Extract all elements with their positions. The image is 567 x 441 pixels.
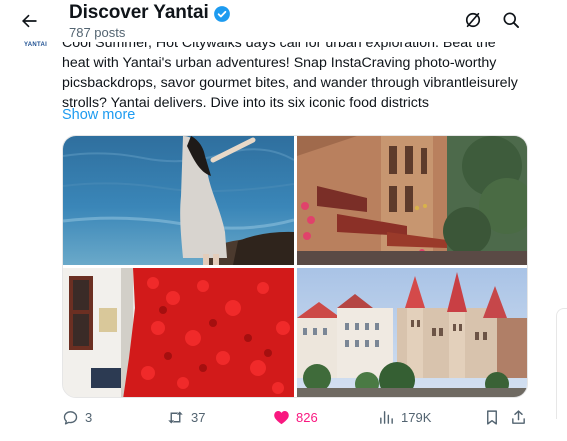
post-count: 787 posts	[69, 25, 126, 40]
verified-badge-icon	[213, 5, 231, 23]
reply-button[interactable]: 3	[62, 406, 92, 428]
views-button[interactable]: 179K	[378, 406, 431, 428]
bookmark-icon	[487, 409, 497, 425]
views-icon	[380, 410, 393, 424]
repost-icon	[168, 410, 183, 424]
logo-text: YANTAI	[24, 42, 48, 48]
tweet-line: heat with Yantai's urban adventures! Sna…	[62, 55, 497, 71]
show-more-link[interactable]: Show more	[62, 106, 135, 124]
tweet-text: Cool Summer, Hot Citywalks days call for…	[62, 33, 532, 113]
back-arrow-icon	[22, 14, 37, 28]
repost-count: 37	[191, 409, 206, 425]
reply-icon	[63, 410, 78, 425]
media-grid	[62, 135, 528, 398]
grok-icon	[465, 12, 481, 28]
account-avatar[interactable]: YANTAI	[24, 34, 50, 50]
like-icon	[274, 410, 289, 425]
repost-button[interactable]: 37	[166, 406, 205, 428]
search-button[interactable]	[499, 8, 523, 32]
share-icon	[512, 409, 525, 424]
tweet-line: picsbackdrops, savor gourmet bites, and …	[62, 75, 518, 91]
photo-roses[interactable]	[63, 268, 294, 397]
grok-button[interactable]	[461, 8, 485, 32]
photo-seaside[interactable]	[63, 136, 294, 265]
title-block: Discover Yantai 787 posts	[69, 1, 231, 40]
like-count: 826	[296, 409, 318, 425]
share-button[interactable]	[510, 406, 527, 428]
side-panel-edge	[556, 308, 567, 419]
reply-count: 3	[85, 409, 93, 425]
page-title: Discover Yantai	[69, 2, 209, 23]
photo-castle[interactable]	[297, 268, 527, 397]
like-button[interactable]: 826	[273, 406, 318, 428]
search-icon	[503, 12, 519, 29]
bookmark-button[interactable]	[484, 406, 500, 428]
photo-street[interactable]	[297, 136, 527, 265]
views-count: 179K	[401, 409, 432, 425]
top-bar: Discover Yantai 787 posts	[0, 0, 567, 42]
back-button[interactable]	[14, 6, 44, 36]
